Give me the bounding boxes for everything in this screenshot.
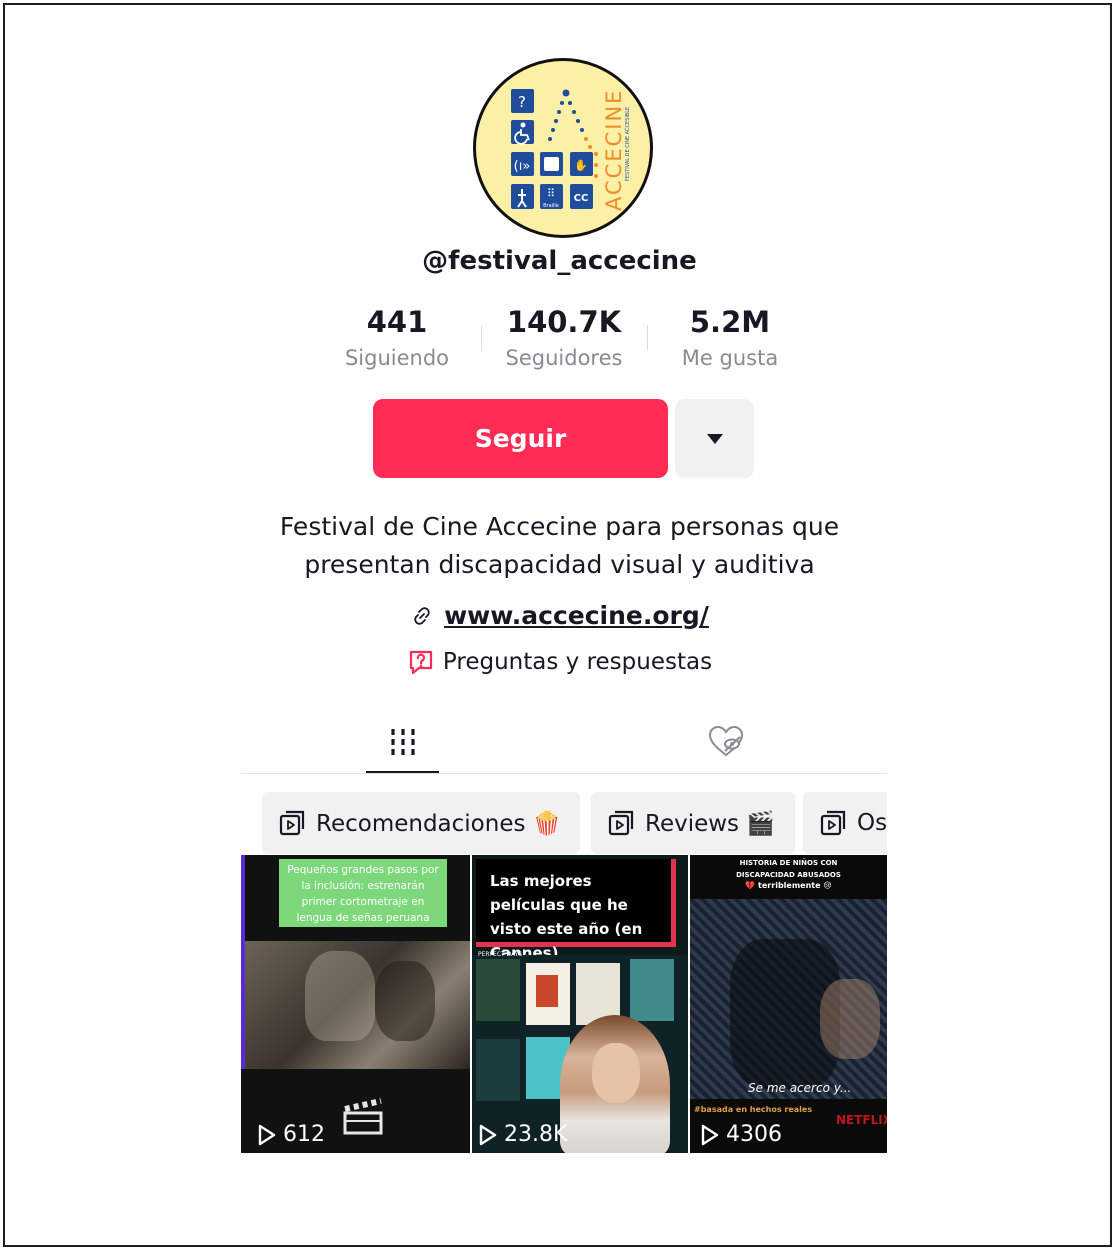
playlist-chip[interactable]: Reviews 🎬 [591, 792, 795, 854]
stat-following[interactable]: 441 Siguiendo [317, 300, 477, 370]
svg-text:✋: ✋ [574, 159, 588, 172]
play-icon [258, 1124, 276, 1145]
clapperboard-icon [343, 1098, 383, 1135]
video-caption: HISTORIA DE NIÑOS CON DISCAPACIDAD ABUSA… [736, 859, 841, 879]
link-icon [414, 606, 430, 625]
svg-text:(ı»: (ı» [514, 159, 531, 174]
grid-icon [390, 729, 415, 755]
view-count: 23.8K [478, 1122, 567, 1147]
accecine-logo-icon: ? (ı» ⠿ Braille ✋ CC ACCECINE FESTIVAL D… [511, 89, 631, 211]
playlist-chip-label: Recomendaciones 🍿 [316, 810, 562, 837]
video-caption: Las mejores películas que he visto este … [476, 859, 676, 962]
poster-label: PERFECT DAYS [478, 951, 523, 958]
playlist-chip-label: Os [857, 810, 887, 836]
caret-down-icon [706, 433, 723, 444]
video-thumbnail[interactable]: Pequeños grandes pasos por la inclusión:… [241, 855, 470, 1153]
stat-followers-label: Seguidores [505, 346, 623, 370]
view-count: 4306 [700, 1122, 782, 1147]
video-thumbnail[interactable]: Las mejores películas que he visto este … [472, 855, 688, 1153]
svg-text:?: ? [518, 93, 526, 111]
video-caption-sub: 💔 terriblemente 😢 [745, 881, 832, 890]
profile-bio: Festival de Cine Accecine para personas … [0, 508, 1119, 584]
playlist-row: Recomendaciones 🍿 Reviews 🎬 Os [241, 790, 887, 856]
view-count-value: 23.8K [504, 1122, 568, 1147]
liked-hidden-icon [708, 725, 744, 757]
stat-following-label: Siguiendo [344, 346, 450, 370]
playlist-icon [608, 810, 634, 836]
video-thumbnail[interactable]: HISTORIA DE NIÑOS CON DISCAPACIDAD ABUSA… [690, 855, 887, 1153]
link-text[interactable]: www.accecine.org/ [444, 601, 709, 630]
avatar[interactable]: ? (ı» ⠿ Braille ✋ CC ACCECINE FESTIVAL D… [473, 58, 653, 238]
video-tag: #basada en hechos reales [694, 1105, 813, 1114]
follow-button[interactable]: Seguir [373, 399, 668, 478]
netflix-logo: NETFLIX [836, 1113, 887, 1127]
playlist-chip-label: Reviews 🎬 [645, 810, 775, 837]
svg-text:⠿: ⠿ [547, 187, 555, 200]
bio-line: Festival de Cine Accecine para personas … [279, 512, 840, 541]
video-still-image [690, 899, 887, 1099]
tab-liked[interactable] [696, 710, 756, 772]
video-still-image [245, 941, 470, 1069]
content-tabs [241, 710, 887, 774]
playlist-chip[interactable]: Recomendaciones 🍿 [262, 792, 580, 854]
profile-handle: @festival_accecine [422, 246, 697, 276]
playlist-chip[interactable]: Os [803, 792, 887, 854]
stat-followers-value: 140.7K [506, 305, 622, 339]
svg-text:CC: CC [574, 193, 589, 204]
stat-divider [647, 325, 648, 351]
view-count: 612 [257, 1122, 325, 1147]
stat-following-value: 441 [366, 305, 428, 339]
qa-link[interactable]: Preguntas y respuestas [0, 648, 1119, 676]
stat-divider [481, 325, 482, 351]
svg-text:ACCECINE: ACCECINE [602, 89, 626, 211]
play-icon [701, 1124, 719, 1145]
more-options-button[interactable] [675, 399, 754, 478]
question-icon [409, 650, 433, 675]
tabs-divider [241, 773, 887, 774]
tab-videos[interactable] [366, 710, 439, 774]
video-caption: Pequeños grandes pasos por la inclusión:… [279, 859, 447, 927]
view-count-value: 4306 [726, 1122, 782, 1147]
svg-text:Braille: Braille [543, 203, 559, 209]
video-subtitle: Se me acerco y... [748, 1081, 852, 1095]
svg-text:FESTIVAL DE CINE ACCESIBLE: FESTIVAL DE CINE ACCESIBLE [625, 107, 631, 181]
profile-link[interactable]: www.accecine.org/ [0, 601, 1119, 630]
play-icon [479, 1124, 497, 1145]
playlist-icon [820, 810, 846, 836]
qa-text: Preguntas y respuestas [442, 649, 713, 675]
playlist-icon [279, 810, 305, 836]
video-grid: Pequeños grandes pasos por la inclusión:… [241, 855, 887, 1153]
stat-likes[interactable]: 5.2M Me gusta [650, 300, 810, 370]
stat-followers[interactable]: 140.7K Seguidores [484, 300, 644, 370]
bio-line: presentan discapacidad visual y auditiva [304, 550, 815, 579]
stat-likes-label: Me gusta [681, 346, 779, 370]
view-count-value: 612 [283, 1122, 325, 1147]
stat-likes-value: 5.2M [689, 305, 771, 339]
